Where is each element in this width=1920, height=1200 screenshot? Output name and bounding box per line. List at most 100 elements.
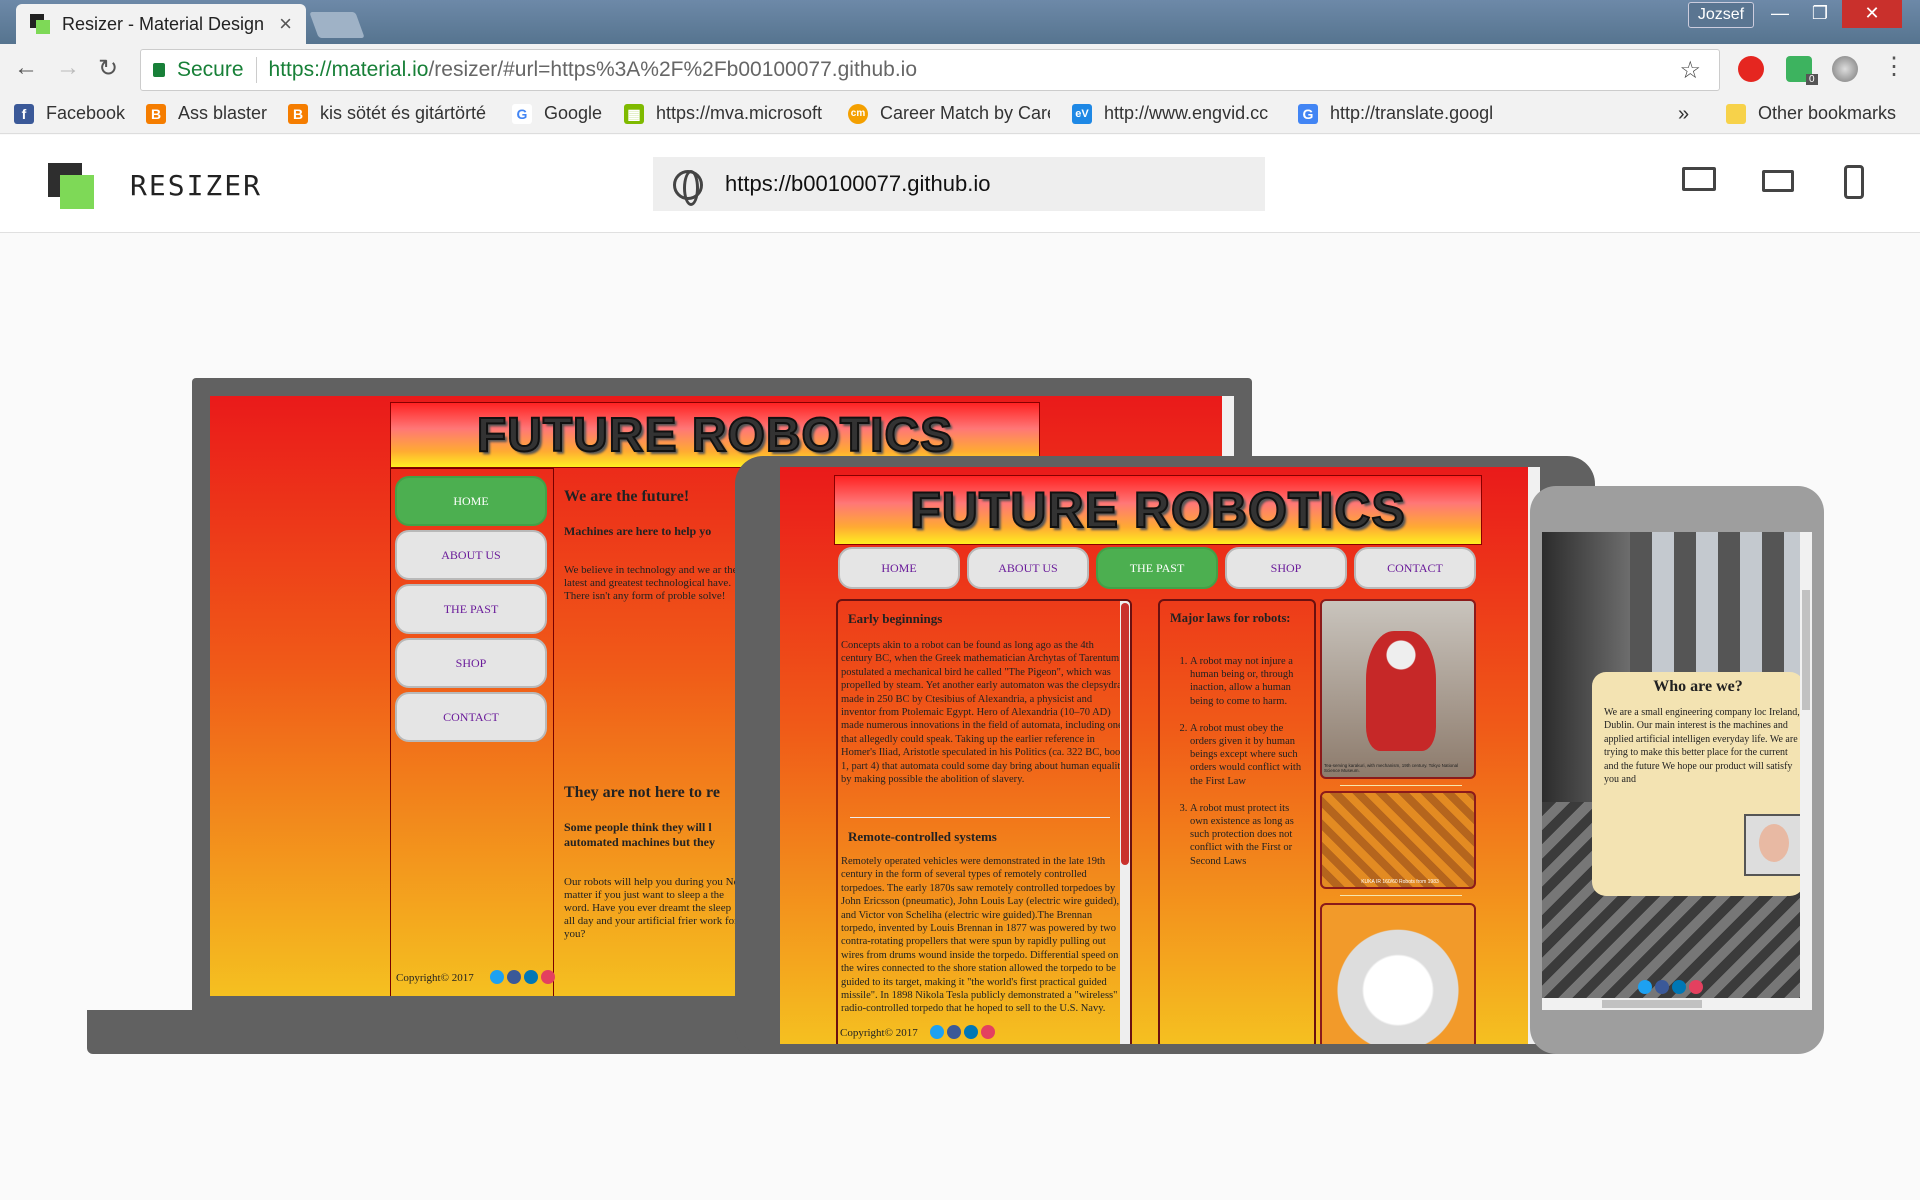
linkedin-icon[interactable]	[524, 970, 538, 984]
forward-arrow-icon[interactable]: →	[56, 54, 80, 82]
instagram-icon[interactable]	[1689, 980, 1703, 994]
nav-contact[interactable]: CONTACT	[395, 692, 547, 742]
bookmark-label: http://translate.googl	[1330, 103, 1494, 123]
bookmark-engvid[interactable]: eV http://www.engvid.cc	[1072, 103, 1276, 124]
url-host: https://material.io	[268, 58, 429, 81]
twitter-icon[interactable]	[490, 970, 504, 984]
phone-horizontal-scrollbar[interactable]	[1542, 998, 1812, 1010]
opera-extension-icon[interactable]	[1738, 56, 1764, 82]
law-item: A robot may not injure a human being or,…	[1190, 655, 1302, 708]
nav-contact[interactable]: CONTACT	[1354, 547, 1476, 589]
bookmark-label: https://mva.microsoft	[656, 103, 823, 123]
bookmark-label: Career Match by Care	[880, 103, 1050, 123]
microsoft-icon: ▦	[624, 103, 644, 124]
careermatch-icon: cm	[848, 103, 868, 124]
other-bookmarks[interactable]: Other bookmarks	[1726, 103, 1896, 124]
twitter-icon[interactable]	[930, 1025, 944, 1039]
tab-close-icon[interactable]: ×	[279, 11, 292, 37]
globe-icon	[673, 170, 703, 206]
social-links	[1638, 980, 1706, 999]
bookmark-label: Facebook	[46, 103, 126, 123]
new-tab-button[interactable]	[309, 12, 365, 38]
url-path: /resizer/#url=https%3A%2F%2Fb00100077.gi…	[428, 58, 918, 81]
bookmark-facebook[interactable]: f Facebook	[14, 103, 125, 124]
law-item: A robot must obey the orders given it by…	[1190, 722, 1302, 788]
bookmarks-overflow-chevron-icon[interactable]: »	[1678, 103, 1689, 126]
reload-icon[interactable]: ↻	[98, 54, 118, 83]
copyright: Copyright© 2017	[396, 972, 474, 984]
window-titlebar: Resizer - Material Design × Jozsef — ❐ ✕	[0, 0, 1920, 44]
home-subheading-2: Some people think they will l automated …	[564, 820, 716, 849]
resizer-url-input[interactable]: https://b00100077.github.io	[653, 157, 1265, 211]
about-text: We are a small engineering company loc I…	[1604, 707, 1800, 786]
karakuri-image: Tea-serving karakuri, with mechanism, 19…	[1320, 599, 1476, 779]
nav-home[interactable]: HOME	[395, 476, 547, 526]
resizer-url-value: https://b00100077.github.io	[725, 171, 991, 196]
back-arrow-icon[interactable]: ←	[14, 54, 38, 82]
about-card: Who are we? We are a small engineering c…	[1592, 672, 1804, 896]
home-subheading-1: Machines are here to help yo	[564, 524, 712, 538]
laptop-view-icon[interactable]	[1762, 170, 1794, 192]
film-reel-extension-icon[interactable]	[1832, 56, 1858, 82]
nav-shop[interactable]: SHOP	[1225, 547, 1347, 589]
nav-the-past[interactable]: THE PAST	[1096, 547, 1218, 589]
home-body-1: We believe in technology and we ar the l…	[564, 564, 738, 602]
tablet-screen[interactable]: FUTURE ROBOTICS HOME ABOUT US THE PAST S…	[780, 467, 1540, 1044]
phone-screen[interactable]: Who are we? We are a small engineering c…	[1542, 532, 1812, 1010]
chrome-menu-icon[interactable]: ⋮	[1882, 52, 1906, 81]
nav-about-us[interactable]: ABOUT US	[967, 547, 1089, 589]
blogger-icon: B	[288, 103, 308, 124]
home-body-2: Our robots will help you during you No m…	[564, 876, 740, 940]
bookmark-google[interactable]: G Google	[512, 103, 602, 124]
instagram-icon[interactable]	[541, 970, 555, 984]
bookmark-ass-blaster[interactable]: B Ass blaster	[146, 103, 267, 124]
bookmark-mva[interactable]: ▦ https://mva.microsoft	[624, 103, 826, 124]
resizer-header: RESIZER https://b00100077.github.io	[0, 135, 1920, 233]
facebook-icon[interactable]	[507, 970, 521, 984]
image-divider	[1340, 895, 1462, 896]
bookmark-kis-sotet[interactable]: Bkis sötét és gitártörté	[288, 103, 486, 124]
site-title: FUTURE ROBOTICS	[909, 481, 1406, 539]
kuka-caption: KUKA IR 160/60 Robots from 1983	[1361, 879, 1439, 885]
translate-icon: G	[1298, 103, 1318, 124]
nav-shop[interactable]: SHOP	[395, 638, 547, 688]
restore-icon[interactable]: ❐	[1800, 0, 1840, 28]
history-panel: Early beginnings Concepts akin to a robo…	[836, 599, 1132, 1044]
copyright: Copyright© 2017	[840, 1027, 918, 1039]
bookmark-star-icon[interactable]: ☆	[1679, 56, 1701, 85]
resizer-brand: RESIZER	[130, 169, 263, 202]
nav-about-us[interactable]: ABOUT US	[395, 530, 547, 580]
linkedin-icon[interactable]	[964, 1025, 978, 1039]
image-divider	[1340, 785, 1462, 786]
section-divider	[850, 817, 1110, 818]
bookmark-translate[interactable]: Ghttp://translate.googl	[1298, 103, 1502, 124]
karakuri-caption: Tea-serving karakuri, with mechanism, 19…	[1324, 763, 1459, 773]
address-divider	[255, 57, 257, 83]
twitter-icon[interactable]	[1638, 980, 1652, 994]
linkedin-icon[interactable]	[1672, 980, 1686, 994]
instagram-icon[interactable]	[981, 1025, 995, 1039]
social-links	[930, 1025, 998, 1044]
phone-view-icon[interactable]	[1844, 165, 1864, 199]
browser-tab-active[interactable]: Resizer - Material Design ×	[16, 4, 306, 44]
bookmark-label: Google	[544, 103, 603, 123]
law-item: A robot must protect its own existence a…	[1190, 802, 1302, 868]
phone-vertical-scrollbar[interactable]	[1800, 532, 1812, 998]
early-beginnings-heading: Early beginnings	[848, 611, 943, 626]
minimize-icon[interactable]: —	[1760, 0, 1800, 28]
close-window-icon[interactable]: ✕	[1842, 0, 1902, 28]
address-bar[interactable]: Secure https://material.io /resizer/#url…	[140, 49, 1720, 91]
history-scrollbar[interactable]	[1120, 601, 1130, 1044]
facebook-icon[interactable]	[947, 1025, 961, 1039]
all-devices-icon[interactable]	[1682, 167, 1716, 191]
roomba-image	[1320, 903, 1476, 1044]
nav-home[interactable]: HOME	[838, 547, 960, 589]
laws-list: A robot may not injure a human being or,…	[1190, 655, 1302, 868]
laws-heading: Major laws for robots:	[1170, 611, 1291, 625]
profile-button[interactable]: Jozsef	[1688, 2, 1754, 28]
blogger-icon: B	[146, 103, 166, 124]
nav-the-past[interactable]: THE PAST	[395, 584, 547, 634]
remote-systems-text: Remotely operated vehicles were demonstr…	[841, 856, 1120, 1015]
facebook-icon[interactable]	[1655, 980, 1669, 994]
bookmark-career-match[interactable]: cm Career Match by Care	[848, 103, 1050, 124]
